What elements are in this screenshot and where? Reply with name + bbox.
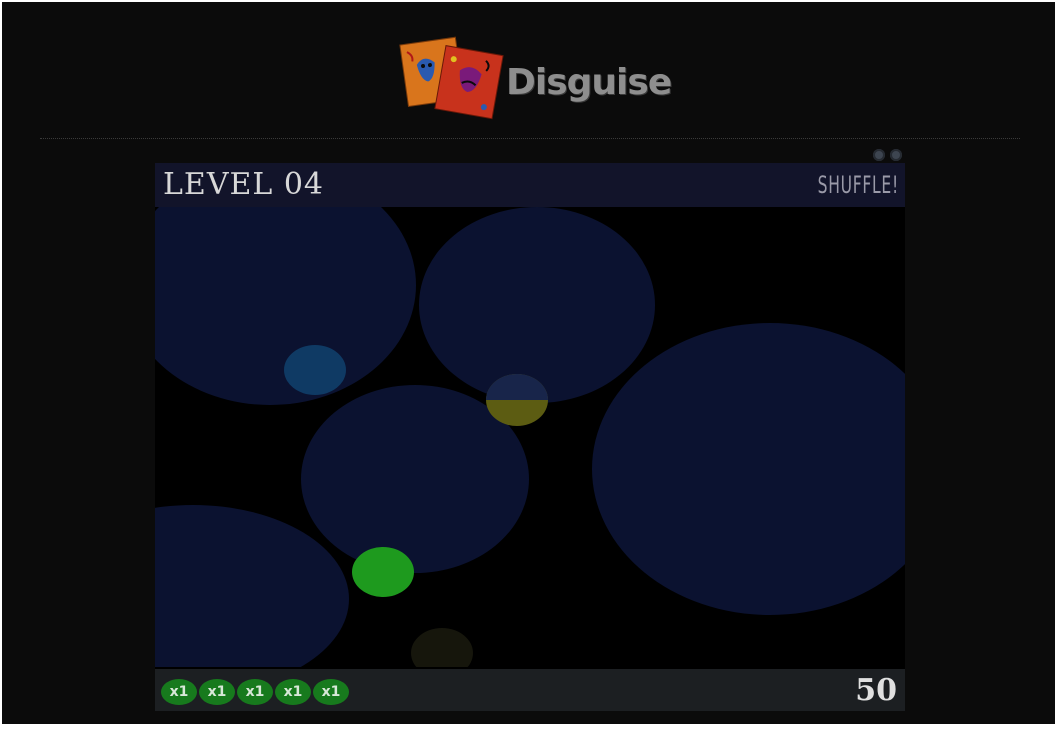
app-title: Disguise xyxy=(506,62,672,103)
ball-blue[interactable] xyxy=(284,345,346,395)
app-logo: Disguise xyxy=(398,32,678,122)
close-dot-icon[interactable] xyxy=(890,149,902,161)
multiplier-token[interactable]: x1 xyxy=(199,679,235,705)
multiplier-token[interactable]: x1 xyxy=(313,679,349,705)
multiplier-token[interactable]: x1 xyxy=(275,679,311,705)
multiplier-token[interactable]: x1 xyxy=(161,679,197,705)
score-value: 50 xyxy=(855,673,897,708)
playfield[interactable] xyxy=(155,207,905,667)
level-title: LEVEL 04 xyxy=(163,167,325,202)
theater-masks-cards-icon xyxy=(399,36,504,120)
game-footer: x1 x1 x1 x1 x1 50 xyxy=(155,669,905,711)
multiplier-token[interactable]: x1 xyxy=(237,679,273,705)
window-controls xyxy=(873,149,907,161)
zone-circle xyxy=(592,323,905,615)
minimize-dot-icon[interactable] xyxy=(873,149,885,161)
header-divider xyxy=(40,138,1020,139)
game-header: LEVEL 04 SHUFFLE! xyxy=(155,163,905,207)
ball-green[interactable] xyxy=(352,547,414,597)
shuffle-button[interactable]: SHUFFLE! xyxy=(818,169,899,201)
ball-yellow[interactable] xyxy=(486,374,548,426)
ball-olive[interactable] xyxy=(411,628,473,667)
game-page: Disguise LEVEL 04 SHUFFLE! x1 x1 x1 x1 x… xyxy=(2,2,1055,724)
zone-circle xyxy=(419,207,655,403)
game-board: LEVEL 04 SHUFFLE! x1 x1 x1 x1 x1 50 xyxy=(155,163,905,711)
playfield-canvas[interactable] xyxy=(155,207,905,667)
